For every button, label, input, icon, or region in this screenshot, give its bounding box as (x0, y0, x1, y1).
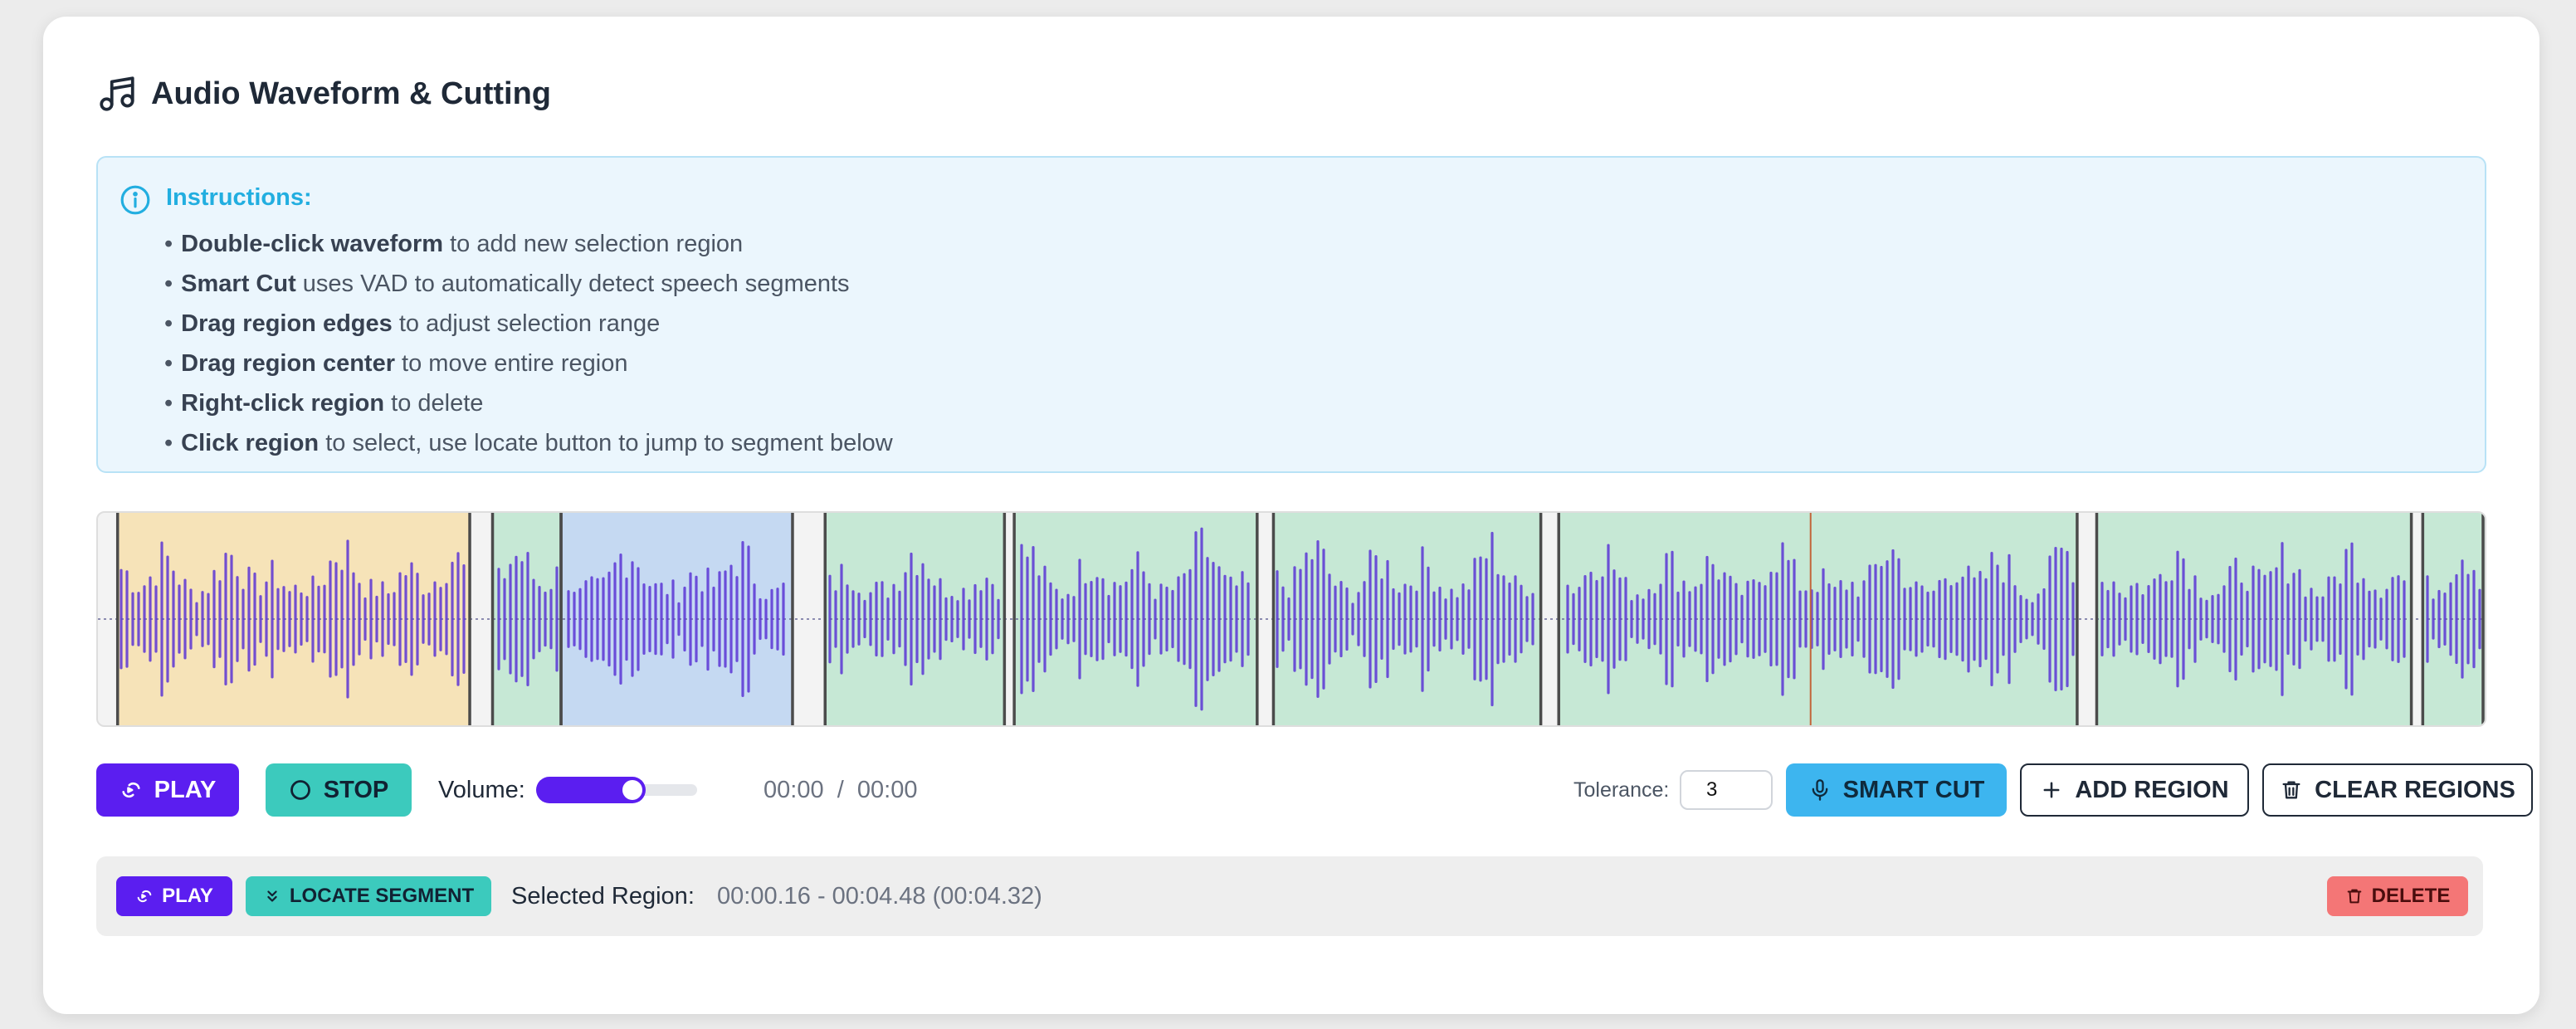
delete-region-label: DELETE (2371, 885, 2451, 907)
instruction-bold: Smart Cut (181, 271, 296, 297)
instruction-text: to move entire region (395, 350, 628, 377)
instruction-item: • Drag region edges to adjust selection r… (164, 310, 661, 337)
instruction-bold: Right-click region (181, 390, 385, 417)
instruction-text: to delete (384, 390, 484, 417)
volume-thumb[interactable] (622, 780, 642, 800)
instruction-item: • Click region to select, use locate butt… (164, 430, 893, 456)
clear-regions-button[interactable]: CLEAR REGIONS (2262, 763, 2533, 817)
music-note-icon (100, 76, 134, 111)
playback-controls: PLAY STOP Volume: 00:00 / 00:00 Toleranc… (96, 763, 2533, 817)
info-icon (120, 185, 150, 215)
delete-region-button[interactable]: DELETE (2327, 876, 2468, 916)
selected-region-value: 00:00.16 - 00:04.48 (00:04.32) (717, 883, 1042, 910)
region-play-button[interactable]: PLAY (116, 876, 232, 916)
trash-icon (2347, 889, 2361, 904)
instruction-bold: Drag region center (181, 350, 395, 377)
current-time: 00:00 (764, 777, 824, 803)
clear-regions-label: CLEAR REGIONS (2315, 776, 2515, 803)
instruction-text: to add new selection region (443, 231, 744, 257)
play-icon (122, 783, 140, 797)
waveform-region[interactable] (561, 513, 793, 725)
smart-cut-button[interactable]: SMART CUT (1786, 763, 2007, 817)
time-readout: 00:00 / 00:00 (764, 763, 917, 817)
stop-button[interactable]: STOP (266, 763, 412, 817)
microphone-icon (1812, 779, 1827, 801)
play-label: PLAY (154, 776, 217, 803)
waveform-canvas[interactable] (98, 513, 2485, 725)
stop-circle-icon (290, 780, 310, 800)
locate-segment-button[interactable]: LOCATE SEGMENT (246, 876, 491, 916)
instruction-bold: Drag region edges (181, 310, 393, 337)
volume-slider[interactable] (536, 777, 697, 803)
tolerance-input[interactable] (1680, 770, 1773, 810)
stop-label: STOP (323, 776, 389, 803)
play-button[interactable]: PLAY (96, 763, 239, 817)
instruction-item: • Right-click region to delete (164, 390, 484, 417)
tolerance-label: Tolerance: (1573, 778, 1670, 802)
region-play-label: PLAY (162, 885, 213, 907)
instructions-panel: Instructions: • Double-click waveform to … (96, 156, 2486, 473)
instruction-text: to select, use locate button to jump to … (319, 430, 893, 456)
smart-cut-label: SMART CUT (1842, 776, 1985, 803)
selected-region-label: Selected Region: (511, 883, 695, 910)
total-time: 00:00 (856, 777, 918, 803)
header: Audio Waveform & Cutting (96, 73, 551, 115)
time-separator: / (837, 777, 844, 803)
instruction-item: • Drag region center to move entire regio… (164, 350, 628, 377)
trash-icon (2282, 781, 2300, 799)
add-region-button[interactable]: ADD REGION (2020, 763, 2249, 817)
instructions-heading: Instructions: (166, 184, 312, 211)
selected-region-bar: PLAY LOCATE SEGMENT Selected Region: 00:… (96, 856, 2483, 936)
waveform-view[interactable] (96, 511, 2486, 727)
instruction-text: to adjust selection range (392, 310, 661, 337)
plus-icon (2043, 782, 2060, 798)
page-title: Audio Waveform & Cutting (151, 76, 551, 111)
play-icon (137, 890, 152, 903)
instruction-text: uses VAD to automatically detect speech … (295, 271, 850, 297)
locate-segment-label: LOCATE SEGMENT (289, 885, 475, 907)
waveform-card: Audio Waveform & Cutting Instructions: •… (43, 17, 2539, 1014)
chevrons-down-icon (267, 890, 277, 902)
instruction-bold: Double-click waveform (181, 231, 444, 257)
instruction-item: • Double-click waveform to add new select… (164, 231, 744, 257)
volume-label: Volume: (438, 777, 525, 803)
instruction-item: • Smart Cut uses VAD to automatically det… (164, 271, 850, 297)
add-region-label: ADD REGION (2075, 776, 2229, 803)
instructions-list: • Double-click waveform to add new select… (164, 224, 893, 463)
instruction-bold: Click region (181, 430, 320, 456)
